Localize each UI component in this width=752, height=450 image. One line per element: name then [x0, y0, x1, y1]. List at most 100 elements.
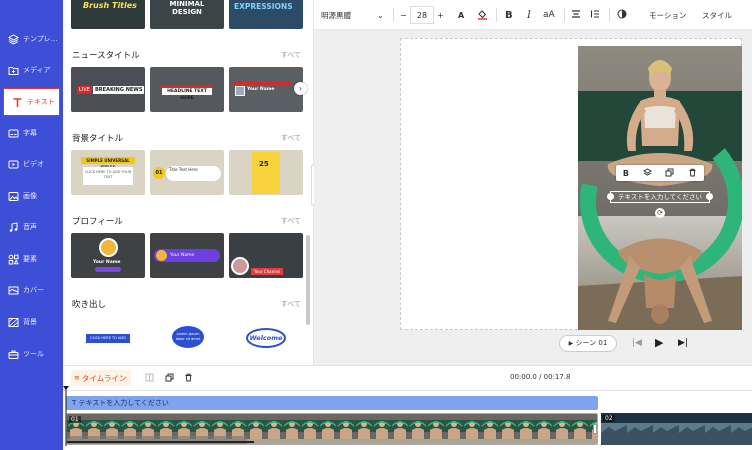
panel-scrollbar[interactable]	[306, 235, 310, 325]
nav-item-subtitles[interactable]: 字幕	[0, 119, 63, 147]
bold-button[interactable]: B	[505, 0, 515, 30]
thumb-label: Your Channel	[251, 268, 284, 275]
align-center-button[interactable]	[571, 0, 582, 30]
template-thumb[interactable]: Your Name	[229, 67, 303, 112]
text-t-icon: T	[72, 399, 77, 407]
nav-item-video[interactable]: ビデオ	[0, 150, 63, 178]
duplicate-icon[interactable]	[665, 168, 674, 179]
template-thumb[interactable]: Your Name	[71, 233, 145, 278]
next-button[interactable]: ▶|	[678, 338, 688, 348]
timeline-toggle-button[interactable]: ≋ タイムライン	[71, 370, 131, 386]
clip-number: 02	[603, 415, 615, 422]
nav-item-label: 画像	[23, 192, 37, 200]
canvas-text-box[interactable]: テキストを入力してください	[610, 191, 710, 203]
template-thumb[interactable]: HEADLINE TEXT HERE	[150, 67, 224, 112]
motion-tab[interactable]: モーション	[649, 0, 686, 30]
text-track-clip[interactable]: T テキストを入力してください	[66, 396, 598, 410]
highlight-color-button[interactable]	[477, 0, 489, 30]
template-thumb[interactable]: Your Channel	[229, 233, 303, 278]
text-format-icon[interactable]: B	[623, 169, 629, 178]
text-templates-panel: Brush Titles MINIMAL DESIGN EXPRESSIONS …	[63, 0, 314, 365]
nav-item-media[interactable]: メディア	[0, 56, 63, 84]
thumb-badge: LIVE	[77, 86, 92, 94]
clip-trim-handle[interactable]	[593, 424, 597, 434]
style-tab[interactable]: スタイル	[702, 0, 732, 30]
resize-handle-right[interactable]	[706, 193, 713, 200]
clip-thumbnails	[601, 413, 752, 445]
nav-item-background[interactable]: 背景	[0, 308, 63, 336]
previous-button[interactable]: |◀	[632, 338, 642, 348]
minus-icon: −	[400, 10, 407, 20]
italic-button[interactable]: I	[527, 0, 535, 30]
see-all-link[interactable]: すべて	[281, 50, 301, 60]
plus-icon: +	[437, 10, 444, 20]
avatar	[231, 257, 249, 275]
delete-clip-button[interactable]	[184, 370, 193, 386]
see-all-link[interactable]: すべて	[281, 133, 301, 143]
nav-item-elements[interactable]: 要素	[0, 245, 63, 273]
opacity-button[interactable]	[617, 0, 629, 30]
template-thumb[interactable]: 01 Title Text Here	[150, 150, 224, 195]
carousel-next-button[interactable]: ›	[294, 82, 307, 95]
play-small-icon: ▶	[568, 340, 574, 347]
see-all-link[interactable]: すべて	[281, 216, 301, 226]
template-thumb[interactable]: Brush Titles	[71, 0, 145, 29]
play-button[interactable]: ▶	[655, 336, 663, 349]
divider	[393, 8, 394, 22]
playhead[interactable]	[63, 386, 69, 446]
template-thumb[interactable]: 25	[229, 150, 303, 195]
duplicate-icon	[165, 373, 174, 384]
left-nav: テンプレ... メディア テキスト 字幕 ビデオ 画像 音声 要素 カバー 背景…	[0, 0, 63, 450]
italic-icon: I	[527, 9, 531, 21]
video-clip-2[interactable]: 02	[601, 413, 752, 445]
thumb-label: MINIMAL DESIGN	[169, 0, 205, 16]
nav-item-tools[interactable]: ツール	[0, 340, 63, 368]
canvas-image-yoga[interactable]: B テキストを入力してください ⟳	[578, 46, 742, 330]
template-thumb[interactable]: MINIMAL DESIGN	[150, 0, 224, 29]
image-icon	[8, 191, 19, 202]
trash-icon[interactable]	[688, 168, 697, 179]
rotate-handle[interactable]: ⟳	[655, 208, 665, 218]
template-thumb[interactable]: Your Name	[150, 233, 224, 278]
font-family-value: 明源黒體	[321, 10, 351, 20]
clip-thumbnails	[67, 414, 597, 444]
thumb-label: SIMPLE UNIVERSAL TITLES	[81, 157, 135, 170]
nav-item-cover[interactable]: カバー	[0, 276, 63, 304]
play-icon: ▶	[655, 336, 664, 349]
template-thumb[interactable]: LIVE BREAKING NEWS	[71, 67, 145, 112]
nav-item-label: ツール	[23, 350, 44, 358]
font-size-increase-button[interactable]: +	[437, 0, 447, 30]
template-thumb[interactable]: Welcome	[229, 316, 303, 361]
template-thumb[interactable]: CLICK HERE TO ADD TEXT	[71, 316, 145, 361]
thumb-label: Your Name	[247, 87, 275, 92]
font-size-input[interactable]: 28	[410, 6, 434, 24]
duplicate-clip-button[interactable]	[165, 370, 174, 386]
opacity-icon	[617, 9, 627, 21]
line-spacing-button[interactable]	[590, 0, 601, 30]
nav-item-images[interactable]: 画像	[0, 182, 63, 210]
skip-back-icon: |◀	[632, 338, 642, 348]
text-t-icon	[12, 97, 23, 108]
layers-icon[interactable]	[642, 167, 652, 179]
split-button[interactable]	[145, 370, 154, 386]
section-title: プロフィール	[72, 217, 123, 227]
template-thumb[interactable]: SIMPLE UNIVERSAL TITLES CLICK HERE TO AD…	[71, 150, 145, 195]
thumb-label: BREAKING NEWS	[93, 86, 145, 94]
scene-selector[interactable]: ▶ シーン 01	[559, 335, 617, 352]
timeline-ruler	[63, 390, 752, 391]
thumb-label: Lorem ipsum dolor sit amet	[172, 326, 204, 348]
template-thumb[interactable]: Lorem ipsum dolor sit amet	[150, 316, 224, 361]
nav-item-text[interactable]: テキスト	[3, 88, 60, 116]
font-size-decrease-button[interactable]: −	[400, 0, 410, 30]
template-thumb[interactable]: EXPRESSIONS	[229, 0, 303, 29]
text-color-button[interactable]: A	[458, 0, 470, 30]
font-family-select[interactable]: 明源黒體 ⌄	[321, 0, 391, 30]
resize-handle-left[interactable]	[607, 193, 614, 200]
text-case-button[interactable]: aA	[543, 0, 557, 30]
see-all-link[interactable]: すべて	[281, 299, 301, 309]
nav-item-audio[interactable]: 音声	[0, 213, 63, 241]
video-clip-1[interactable]: 01	[66, 413, 598, 445]
toolbox-icon	[8, 349, 19, 360]
nav-item-templates[interactable]: テンプレ...	[0, 25, 63, 53]
style-label: スタイル	[702, 10, 732, 20]
